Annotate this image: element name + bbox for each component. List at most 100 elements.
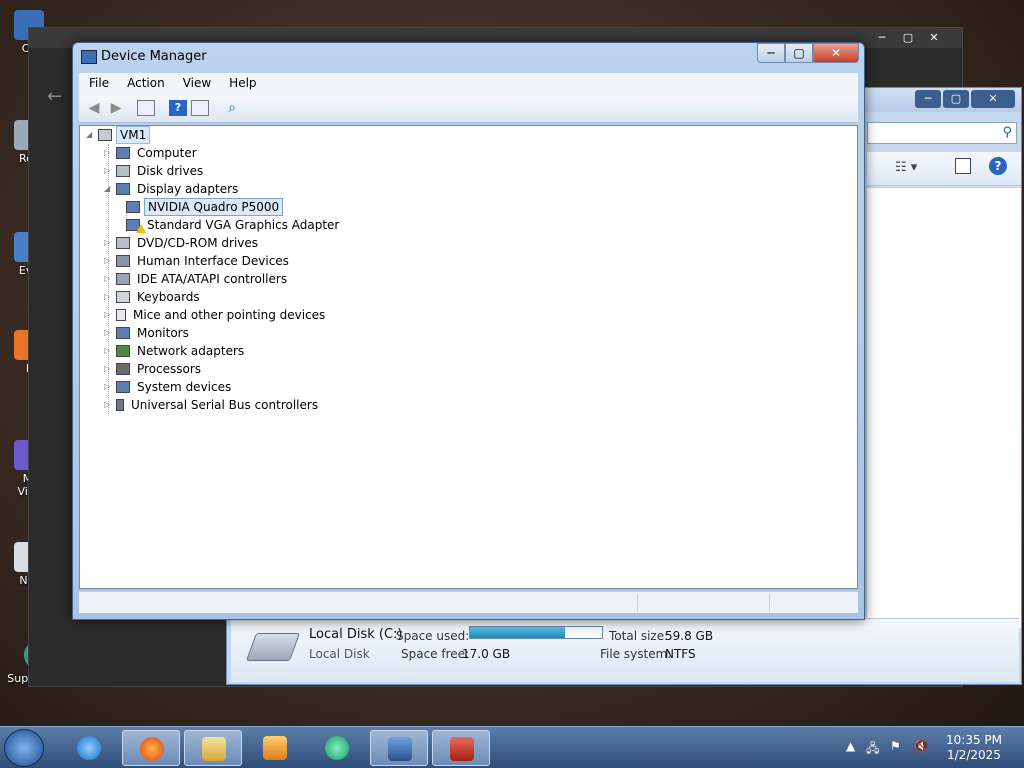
space-free-label: Space free: [401, 647, 470, 661]
warning-icon [136, 224, 146, 233]
taskbar-media-player[interactable] [246, 730, 304, 766]
space-free-value: 17.0 GB [462, 647, 511, 661]
tree-node-keyboards[interactable]: ▷ Keyboards [104, 288, 203, 306]
help-icon[interactable]: ? [989, 157, 1007, 175]
device-manager-app-icon [81, 50, 97, 64]
scan-hardware-icon[interactable]: ⌕ [223, 100, 241, 116]
display-adapter-icon [116, 183, 130, 195]
drive-icon [245, 633, 301, 661]
taskbar-explorer[interactable] [184, 730, 242, 766]
tree-node-human-interface-devices[interactable]: ▷ Human Interface Devices [104, 252, 292, 270]
dvd-drive-icon [116, 237, 130, 249]
back-arrow-icon[interactable]: ← [47, 86, 62, 107]
device-manager-window[interactable]: Device Manager ─ ▢ ✕ File Action View Help … [72, 42, 865, 620]
status-bar [79, 591, 858, 613]
start-button[interactable] [4, 729, 44, 767]
action-center-flag-icon[interactable]: ⚑ [890, 739, 901, 753]
collapse-arrow-icon[interactable]: ◢ [104, 180, 114, 198]
explorer-close-button[interactable]: ✕ [971, 90, 1015, 108]
menu-action[interactable]: Action [117, 73, 173, 90]
tree-node-display-adapters[interactable]: ◢ Display adapters [104, 180, 241, 198]
expand-arrow-icon[interactable]: ▷ [104, 270, 114, 288]
taskbar-internet-explorer[interactable] [60, 730, 118, 766]
maximize-button[interactable]: ▢ [785, 43, 813, 63]
computer-icon [116, 147, 130, 159]
properties-icon[interactable] [191, 100, 209, 116]
taskbar-device-manager[interactable] [432, 730, 490, 766]
tree-node-label: Disk drives [137, 164, 204, 178]
expand-arrow-icon[interactable]: ▷ [104, 252, 114, 270]
disk-type: Local Disk [309, 647, 370, 661]
taskbar-firefox[interactable] [122, 730, 180, 766]
expand-arrow-icon[interactable]: ▷ [104, 162, 114, 180]
show-hide-console-tree-icon[interactable] [137, 100, 155, 116]
tree-node-processors[interactable]: ▷ Processors [104, 360, 204, 378]
explorer-toolbar: ☷ ▾ ? [867, 152, 1021, 186]
expand-arrow-icon[interactable]: ▷ [104, 360, 114, 378]
internet-explorer-icon [77, 736, 101, 760]
tree-node-disk-drives[interactable]: ▷ Disk drives [104, 162, 206, 180]
background-window-maximize-button[interactable]: ▢ [895, 29, 921, 47]
tree-node-mice[interactable]: ▷ Mice and other pointing devices [104, 306, 328, 324]
space-used-bar [469, 626, 603, 639]
explorer-maximize-button[interactable]: ▢ [943, 90, 969, 108]
back-icon[interactable]: ◀ [85, 100, 103, 116]
total-size-value: 59.8 GB [665, 629, 714, 643]
tree-node-system-devices[interactable]: ▷ System devices [104, 378, 234, 396]
expand-arrow-icon[interactable]: ▷ [104, 342, 114, 360]
tree-node-monitors[interactable]: ▷ Monitors [104, 324, 192, 342]
explorer-content-pane[interactable] [867, 188, 1021, 628]
explorer-search-box[interactable]: ⚲ [867, 122, 1017, 144]
search-icon[interactable]: ⚲ [1002, 125, 1012, 140]
expand-arrow-icon[interactable]: ▷ [104, 396, 114, 414]
clock[interactable]: 10:35 PM 1/2/2025 [944, 733, 1004, 763]
background-window-minimize-button[interactable]: ─ [869, 29, 895, 47]
remote-desktop-icon [388, 737, 412, 761]
tree-node-network-adapters[interactable]: ▷ Network adapters [104, 342, 247, 360]
tree-node-usb-controllers[interactable]: ▷ Universal Serial Bus controllers [104, 396, 321, 414]
tree-node-label: IDE ATA/ATAPI controllers [137, 272, 288, 286]
expand-arrow-icon[interactable]: ▷ [104, 288, 114, 306]
tree-node-nvidia-quadro-p5000[interactable]: NVIDIA Quadro P5000 [124, 198, 284, 216]
forward-icon[interactable]: ▶ [107, 100, 125, 116]
volume-muted-icon[interactable]: 🔇 [914, 739, 929, 753]
network-adapter-icon [116, 345, 130, 357]
minimize-button[interactable]: ─ [757, 43, 785, 63]
total-size-label: Total size: [609, 629, 669, 643]
menu-file[interactable]: File [79, 73, 117, 90]
expand-arrow-icon[interactable]: ▷ [104, 144, 114, 162]
firefox-icon [140, 737, 164, 761]
media-player-icon [263, 736, 287, 760]
help-icon[interactable]: ? [169, 100, 187, 116]
expand-arrow-icon[interactable]: ▷ [104, 324, 114, 342]
menu-view[interactable]: View [173, 73, 219, 90]
preview-pane-icon[interactable] [955, 158, 971, 174]
explorer-minimize-button[interactable]: ─ [915, 90, 941, 108]
file-system-value: NTFS [665, 647, 696, 661]
disk-name: Local Disk (C:) [309, 627, 403, 642]
tree-node-dvd-cdrom-drives[interactable]: ▷ DVD/CD-ROM drives [104, 234, 261, 252]
network-icon[interactable]: 🖧 [866, 739, 879, 760]
tree-node-label: Universal Serial Bus controllers [131, 398, 319, 412]
close-button[interactable]: ✕ [813, 43, 859, 63]
menu-help[interactable]: Help [219, 73, 264, 90]
device-tree[interactable]: ◢ VM1 ▷ Computer ▷ Disk drives ◢ Display ada… [79, 125, 858, 589]
background-window-close-button[interactable]: ✕ [921, 29, 947, 47]
tree-node-standard-vga-adapter[interactable]: Standard VGA Graphics Adapter [124, 216, 342, 234]
status-bar-divider [769, 594, 770, 612]
menu-bar: File Action View Help [79, 73, 858, 95]
taskbar-remote-desktop[interactable] [370, 730, 428, 766]
view-options-icon[interactable]: ☷ ▾ [895, 160, 917, 175]
expand-arrow-icon[interactable]: ▷ [104, 306, 114, 324]
tree-node-ide-ata-controllers[interactable]: ▷ IDE ATA/ATAPI controllers [104, 270, 290, 288]
file-system-label: File system: [600, 647, 672, 661]
expand-arrow-icon[interactable]: ▷ [104, 378, 114, 396]
collapse-arrow-icon[interactable]: ◢ [86, 126, 96, 144]
show-hidden-icons-icon[interactable]: ▲ [846, 739, 855, 753]
tree-node-label: Processors [137, 362, 202, 376]
expand-arrow-icon[interactable]: ▷ [104, 234, 114, 252]
tree-node-label: System devices [137, 380, 232, 394]
tree-node-computer[interactable]: ▷ Computer [104, 144, 200, 162]
tree-root-vm1[interactable]: ◢ VM1 [86, 126, 151, 144]
taskbar-supermium[interactable] [308, 730, 366, 766]
